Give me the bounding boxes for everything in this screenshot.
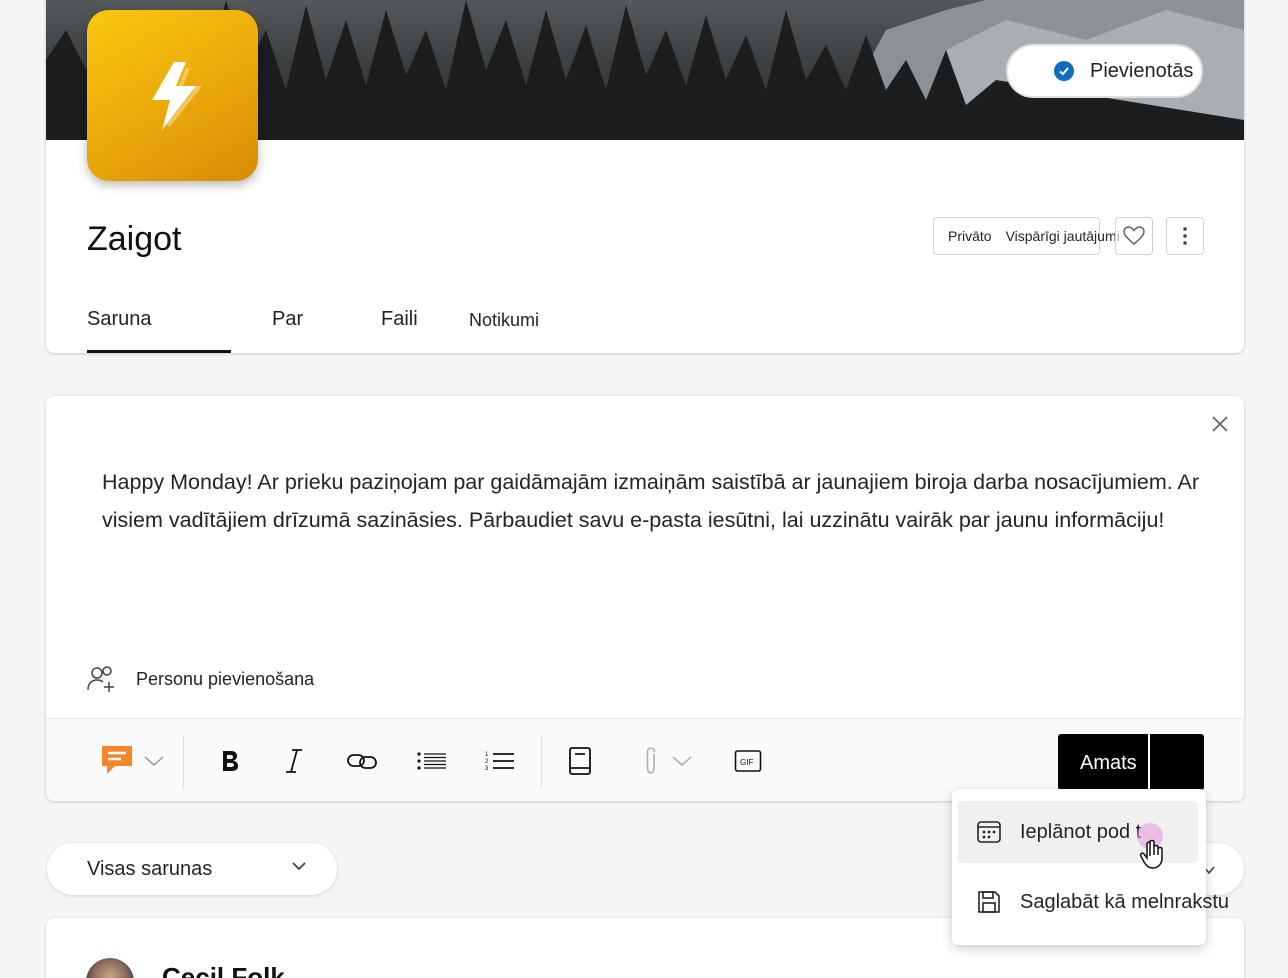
message-input[interactable]: Happy Monday! Ar prieku paziņojam par ga… (102, 464, 1238, 539)
close-button[interactable] (1210, 414, 1230, 434)
toolbar-divider (541, 735, 542, 789)
post-author[interactable]: Cecil Folk (162, 962, 285, 978)
svg-text:2: 2 (485, 759, 489, 765)
tab-conversation[interactable]: Saruna (87, 308, 152, 331)
svg-text:GIF: GIF (740, 758, 753, 767)
group-info-chip: Privāto Vispārīgi jautājumi (933, 217, 1120, 255)
bold-icon (223, 751, 238, 771)
book-icon (569, 747, 591, 775)
tab-about[interactable]: Par (272, 308, 303, 331)
checkmark-icon (1054, 61, 1074, 81)
message-type-dropdown[interactable] (96, 741, 168, 781)
numbered-list-button[interactable]: 123 (480, 743, 520, 779)
conversation-filter-dropdown[interactable]: Visas sarunas (47, 843, 337, 895)
menu-item-label: Ieplānot pod t (1020, 820, 1142, 843)
save-icon (976, 889, 1002, 915)
add-people-icon (87, 666, 114, 692)
post-split-divider (1148, 734, 1150, 790)
tab-events[interactable]: Notikumi (469, 310, 539, 331)
joined-label: Pievienotās (1090, 59, 1194, 82)
active-tab-indicator (87, 350, 231, 353)
heart-icon (1123, 226, 1145, 245)
menu-item-label: Saglabāt kā melnrakstu (1020, 890, 1230, 913)
favorite-button[interactable] (1115, 217, 1153, 255)
message-type-icon (102, 746, 132, 774)
privacy-label: Privāto (948, 228, 992, 244)
numbered-list-icon: 123 (485, 752, 514, 772)
toolbar-divider (183, 735, 184, 789)
link-icon (347, 754, 377, 769)
svg-text:1: 1 (485, 752, 489, 758)
bulleted-list-icon (417, 752, 446, 770)
more-options-button[interactable] (1166, 217, 1204, 255)
group-header-card: Pievienotās Zaigot Privāto Vispārīgi jau… (46, 0, 1244, 353)
lightning-icon (151, 61, 202, 130)
svg-text:3: 3 (485, 766, 489, 772)
post-button-label: Amats (1080, 752, 1137, 774)
avatar[interactable] (86, 958, 134, 978)
italic-button[interactable] (276, 743, 312, 779)
post-composer: Happy Monday! Ar prieku paziņojam par ga… (46, 396, 1244, 801)
calendar-icon (976, 819, 1002, 845)
add-people-label: Personu pievienošana (136, 668, 315, 689)
post-button[interactable]: Amats (1058, 734, 1204, 790)
add-people-button[interactable]: Personu pievienošana (86, 664, 314, 694)
knowledge-button[interactable] (562, 741, 598, 781)
close-icon (1212, 416, 1228, 432)
chevron-down-icon (144, 756, 164, 767)
joined-button[interactable]: Pievienotās (1006, 44, 1203, 98)
menu-item-save-draft[interactable]: Saglabāt kā melnrakstu (958, 871, 1229, 933)
chevron-down-icon (672, 756, 692, 767)
gif-icon: GIF (734, 750, 762, 772)
more-vertical-icon (1183, 227, 1187, 245)
pointer-cursor (1136, 822, 1176, 877)
bulleted-list-button[interactable] (412, 743, 452, 779)
gif-button[interactable]: GIF (730, 743, 766, 779)
filter-selected-label: Visas sarunas (87, 857, 213, 880)
attach-icon (646, 747, 656, 774)
italic-icon (286, 749, 302, 773)
chevron-down-icon (292, 862, 306, 871)
tab-files[interactable]: Faili (381, 308, 418, 331)
attach-dropdown[interactable] (636, 741, 700, 781)
link-button[interactable] (342, 743, 382, 779)
bold-button[interactable] (212, 743, 248, 779)
page-title: Zaigot (87, 220, 182, 258)
group-logo (87, 10, 258, 181)
category-label: Vispārīgi jautājumi (1005, 228, 1120, 244)
